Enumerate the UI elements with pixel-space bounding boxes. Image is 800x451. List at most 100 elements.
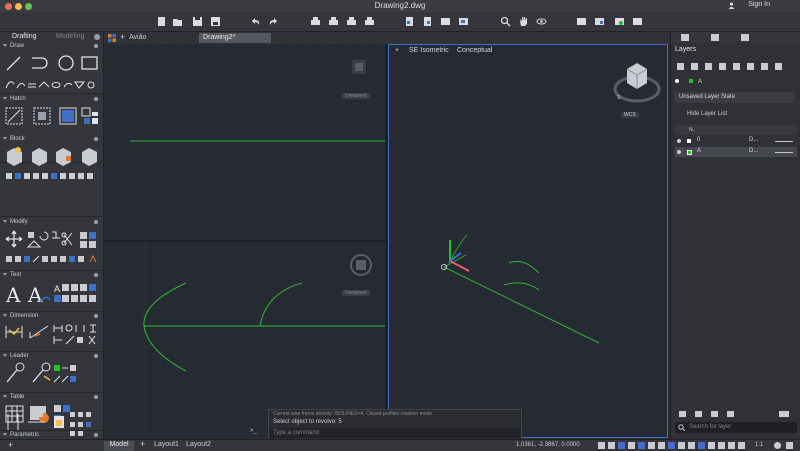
viewport-splitter-horizontal[interactable]	[104, 240, 385, 242]
grid-toggle-icon[interactable]	[598, 442, 605, 449]
open-folder-icon[interactable]	[172, 16, 183, 27]
export-icon[interactable]	[422, 16, 433, 27]
add-layout-button[interactable]: +	[140, 439, 145, 449]
tab-aviao[interactable]: Avião	[129, 33, 146, 43]
hide-layer-list-toggle[interactable]: Hide Layer List	[687, 111, 727, 117]
tab-layout2[interactable]: Layout2	[186, 441, 211, 448]
snap-toggle-icon[interactable]	[608, 442, 615, 449]
tab-modeling[interactable]: Modeling	[56, 33, 84, 40]
orbit-icon[interactable]	[536, 16, 547, 27]
section-leader-header[interactable]: Leader	[3, 353, 29, 359]
layer-visible-icon[interactable]	[677, 150, 681, 154]
tab-model[interactable]: Model	[104, 441, 134, 451]
new-tab-button[interactable]: +	[120, 32, 125, 42]
layer-tools-icons[interactable]	[675, 62, 795, 72]
view-preset-menu[interactable]: SE Isometric	[409, 47, 449, 54]
start-tab-icon[interactable]	[108, 34, 116, 42]
layer-color-swatch[interactable]	[687, 139, 691, 143]
coordinates-readout[interactable]: 1.0361, -2.3867, 0.0000	[516, 442, 580, 448]
section-table-options-icon[interactable]	[94, 395, 98, 399]
layer-search-input[interactable]: Search for layer	[675, 422, 797, 433]
otrack-toggle-icon[interactable]	[658, 442, 665, 449]
view-name-dropdown[interactable]: Unnamed	[342, 93, 370, 99]
section-modify-header[interactable]: Modify	[3, 219, 28, 225]
section-draw-header[interactable]: Draw	[3, 43, 24, 49]
section-hatch-options-icon[interactable]	[94, 97, 98, 101]
parametric-icons[interactable]	[4, 410, 102, 438]
plot-icon[interactable]	[310, 16, 321, 27]
clean-screen-icon[interactable]	[786, 442, 793, 449]
section-text-header[interactable]: Text	[3, 272, 21, 278]
section-hatch-header[interactable]: Hatch	[3, 96, 26, 102]
viewport-right-isometric[interactable]: S + SE Isometric Conceptual WCS	[388, 44, 668, 438]
model-space-icon[interactable]	[618, 442, 625, 449]
gizmo-icon[interactable]	[718, 442, 725, 449]
block-tools-icons[interactable]	[4, 146, 102, 182]
layer-unisolate-icon[interactable]	[632, 16, 643, 27]
layer-panel-tools[interactable]	[671, 408, 800, 420]
command-input[interactable]: Type a command	[269, 428, 521, 438]
attach-icon[interactable]	[440, 16, 451, 27]
section-table-header[interactable]: Table	[3, 394, 24, 400]
layer-state-dropdown[interactable]: Unsaved Layer State	[675, 92, 795, 103]
new-file-icon[interactable]	[156, 16, 167, 27]
tab-layout1[interactable]: Layout1	[154, 441, 179, 448]
layer-lineweight[interactable]	[775, 141, 793, 142]
annotation-scale[interactable]: 1:1	[755, 442, 763, 448]
draw-tools-icons[interactable]	[4, 54, 102, 92]
ortho-toggle-icon[interactable]	[628, 442, 635, 449]
tab-drafting[interactable]: Drafting	[12, 33, 37, 40]
tab-drawing2[interactable]: Drawing2*	[199, 33, 271, 43]
layer-row[interactable]: 0 D...	[675, 136, 797, 146]
layer-isolate-icon[interactable]	[614, 16, 625, 27]
section-dimension-options-icon[interactable]	[94, 314, 98, 318]
3d-osnap-icon[interactable]	[698, 442, 705, 449]
pan-hand-icon[interactable]	[518, 16, 529, 27]
layer-lineweight[interactable]	[775, 152, 793, 153]
layer-linetype[interactable]: D...	[749, 148, 758, 154]
viewport-controls-menu[interactable]: +	[395, 47, 399, 54]
dynamic-ucs-icon[interactable]	[708, 442, 715, 449]
layer-linetype[interactable]: D...	[749, 137, 758, 143]
section-modify-options-icon[interactable]	[94, 220, 98, 224]
selection-cycling-icon[interactable]	[688, 442, 695, 449]
auto-scale-icon[interactable]	[738, 442, 745, 449]
layers-tab-icon[interactable]	[681, 34, 689, 41]
add-icon[interactable]: +	[8, 440, 13, 450]
modify-tools-icons[interactable]	[4, 229, 102, 267]
image-icon[interactable]	[458, 16, 469, 27]
batch-plot-icon[interactable]	[328, 16, 339, 27]
view-name-dropdown[interactable]: Unnamed	[342, 290, 370, 296]
zoom-icon[interactable]	[500, 16, 511, 27]
text-tools-icons[interactable]: A A A	[4, 282, 102, 308]
save-icon[interactable]	[192, 16, 203, 27]
viewport-top-left[interactable]: Unnamed	[104, 44, 385, 240]
command-prompt-icon[interactable]: >_	[250, 428, 257, 434]
hatch-tools-icons[interactable]	[4, 106, 102, 128]
palette-settings-icon[interactable]	[94, 34, 100, 40]
layer-color-swatch[interactable]	[687, 150, 692, 155]
workspace-gear-icon[interactable]	[774, 442, 781, 449]
section-block-options-icon[interactable]	[94, 137, 98, 141]
section-leader-options-icon[interactable]	[94, 354, 98, 358]
annotation-visibility-icon[interactable]	[728, 442, 735, 449]
layer-match-icon[interactable]	[576, 16, 587, 27]
section-dimension-header[interactable]: Dimension	[3, 313, 38, 319]
import-icon[interactable]	[404, 16, 415, 27]
wcs-dropdown[interactable]: WCS	[621, 112, 639, 118]
blocks-tab-icon[interactable]	[741, 34, 749, 41]
visual-style-menu[interactable]: Conceptual	[457, 47, 492, 54]
section-block-header[interactable]: Block	[3, 136, 25, 142]
layer-visible-icon[interactable]	[677, 139, 681, 143]
save-as-icon[interactable]	[210, 16, 221, 27]
redo-icon[interactable]	[268, 16, 279, 27]
page-setup-icon[interactable]	[364, 16, 375, 27]
polar-toggle-icon[interactable]	[638, 442, 645, 449]
section-draw-options-icon[interactable]	[94, 44, 98, 48]
lineweight-toggle-icon[interactable]	[668, 442, 675, 449]
transparency-toggle-icon[interactable]	[678, 442, 685, 449]
dimension-tools-icons[interactable]	[4, 322, 102, 348]
sign-in-button[interactable]: Sign In	[748, 1, 770, 8]
layer-previous-icon[interactable]	[594, 16, 605, 27]
leader-tools-icons[interactable]	[4, 362, 102, 388]
